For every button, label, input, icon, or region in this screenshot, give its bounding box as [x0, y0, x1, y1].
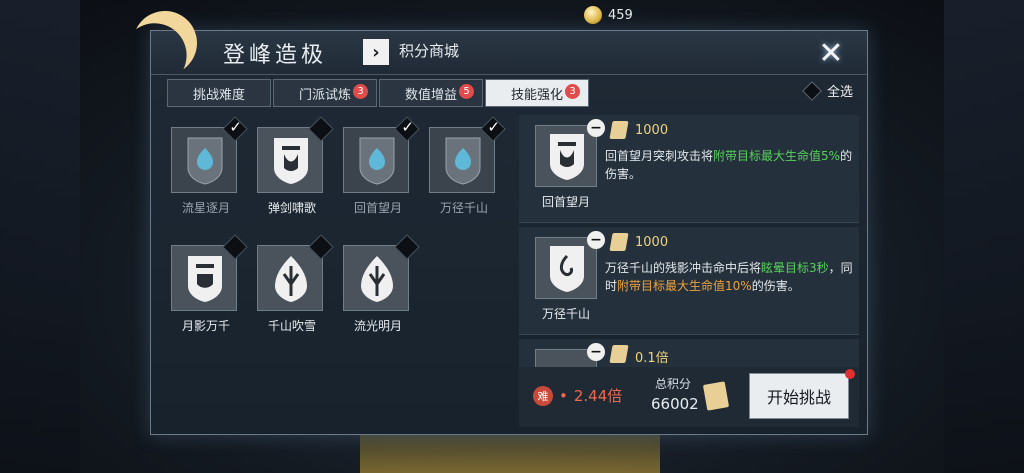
tab-label: 门派试炼: [298, 87, 351, 103]
desc-highlight-green: 附带目标最大生命值5%: [713, 149, 841, 163]
checkbox-diamond[interactable]: [308, 116, 334, 142]
skill-icon-box: [257, 234, 334, 311]
shield-emblem-icon: [445, 137, 481, 185]
banner-emblem-icon: [550, 246, 584, 292]
tab-difficulty[interactable]: 挑战难度: [167, 79, 271, 107]
remove-button[interactable]: −: [587, 343, 605, 361]
footer-bar: 难 • 2.44倍 总积分 66002 开始挑战: [519, 367, 859, 427]
scroll-token-icon: [609, 233, 629, 251]
skill-name: 流星逐月: [181, 201, 230, 215]
skill-icon-box: [257, 116, 334, 193]
desc-text: 的伤害。: [751, 279, 800, 293]
skill-icon-box: [535, 237, 597, 299]
panel-header: 登峰造极 › 积分商城 ✕: [151, 31, 867, 75]
skill-name: 千山吹雪: [267, 319, 316, 333]
cost-value: 1000: [635, 235, 669, 250]
flame-emblem-icon: [275, 256, 307, 302]
skill-card[interactable]: ✓ 万径千山: [429, 116, 506, 223]
skill-icon-box: ✓: [343, 116, 420, 193]
skill-description: 万径千山的残影冲击命中后将眩晕目标3秒，同时附带目标最大生命值10%的伤害。: [605, 259, 855, 295]
skill-card[interactable]: ✓ 回首望月: [343, 116, 420, 223]
score-label: 总积分: [655, 377, 692, 391]
tab-label: 技能强化: [510, 87, 563, 103]
skill-name: 弹剑啸歌: [267, 201, 316, 215]
skill-card[interactable]: 千山吹雪: [257, 234, 334, 341]
moon-icon: [124, 2, 206, 84]
notification-badge: 3: [565, 84, 580, 99]
tab-sect-trial[interactable]: 门派试炼 3: [273, 79, 377, 107]
skill-icon-box: [171, 234, 248, 311]
list-item[interactable]: 万径千山 − 1000 万径千山的残影冲击命中后将眩晕目标3秒，同时附带目标最大…: [519, 227, 859, 335]
skill-name: 流光明月: [353, 319, 402, 333]
skill-icon-box: ✓: [171, 116, 248, 193]
checkbox-diamond[interactable]: [394, 234, 420, 260]
skill-icon-box: [535, 125, 597, 187]
skill-card[interactable]: 月影万千: [171, 234, 248, 341]
scroll-token-icon: [702, 381, 730, 411]
shield-emblem-icon: [187, 137, 223, 185]
scroll-token-icon: [609, 121, 629, 139]
tab-skill-enhance[interactable]: 技能强化 3: [485, 79, 589, 107]
coin-icon: [584, 6, 602, 24]
scroll-token-icon: [609, 345, 629, 363]
main-panel: 登峰造极 › 积分商城 ✕ 挑战难度 门派试炼 3 数值增益 5 技能强化 3 …: [150, 30, 868, 435]
page-title: 登峰造极: [223, 43, 328, 68]
skill-name: 万径千山: [439, 201, 488, 215]
checkbox-diamond[interactable]: [222, 234, 248, 260]
cost-value: 0.1倍: [635, 351, 669, 366]
tab-label: 数值增益: [404, 87, 457, 103]
checkmark-icon: ✓: [229, 118, 242, 136]
list-item-name: 回首望月: [541, 195, 590, 209]
notification-badge: 5: [459, 84, 474, 99]
list-item-name: 万径千山: [541, 307, 590, 321]
shield-emblem-icon: [359, 137, 395, 185]
difficulty-multiplier: 难 • 2.44倍: [533, 385, 622, 406]
chevron-right-icon[interactable]: ›: [363, 39, 389, 65]
cost-value: 1000: [635, 123, 669, 138]
difficulty-seal-icon: 难: [533, 385, 553, 406]
currency-display: 459: [584, 6, 633, 24]
checkbox-diamond[interactable]: [308, 234, 334, 260]
flame-emblem-icon: [361, 256, 393, 302]
diamond-checkbox-icon[interactable]: [802, 80, 822, 101]
start-challenge-button[interactable]: 开始挑战: [749, 373, 849, 419]
checkmark-icon: ✓: [401, 118, 414, 136]
difficulty-value: 2.44倍: [573, 387, 623, 405]
skill-name: 月影万千: [181, 319, 230, 333]
skill-description: 回首望月突刺攻击将附带目标最大生命值5%的伤害。: [605, 147, 855, 183]
background-pillar-right: [944, 0, 1024, 473]
notification-badge: 3: [353, 84, 368, 99]
desc-highlight-green: 眩晕目标3秒: [761, 261, 829, 275]
tab-stat-boost[interactable]: 数值增益 5: [379, 79, 483, 107]
skill-card[interactable]: ✓ 流星逐月: [171, 116, 248, 223]
remove-button[interactable]: −: [587, 119, 605, 137]
score-value: 66002: [651, 395, 699, 413]
skill-card[interactable]: 弹剑啸歌: [257, 116, 334, 223]
banner-emblem-icon: [274, 138, 308, 184]
skill-name: 回首望月: [353, 201, 402, 215]
currency-value: 459: [608, 7, 633, 23]
skill-card[interactable]: 流光明月: [343, 234, 420, 341]
banner-emblem-icon: [550, 134, 584, 180]
shop-link[interactable]: 积分商城: [399, 40, 459, 61]
desc-text: 万径千山的残影冲击命中后将: [605, 261, 762, 275]
desc-highlight-orange: 附带目标最大生命值10%: [617, 279, 752, 293]
desc-text: 回首望月突刺攻击将: [605, 149, 714, 163]
skill-icon-box: ✓: [429, 116, 506, 193]
skill-grid: ✓ 流星逐月 弹剑啸歌 ✓ 回首望月 ✓ 万径千山 月影万千 千山吹雪 流光明月: [171, 116, 511, 357]
banner-emblem-icon: [188, 256, 222, 302]
select-all-toggle[interactable]: 全选: [802, 80, 853, 101]
select-all-label: 全选: [826, 85, 853, 100]
enhancement-list: 回首望月 − 1000 回首望月突刺攻击将附带目标最大生命值5%的伤害。 万径千…: [519, 115, 859, 371]
tab-label: 挑战难度: [192, 87, 245, 103]
tab-bar: 挑战难度 门派试炼 3 数值增益 5 技能强化 3: [167, 79, 591, 107]
list-item[interactable]: 回首望月 − 1000 回首望月突刺攻击将附带目标最大生命值5%的伤害。: [519, 115, 859, 223]
notification-dot: [845, 369, 855, 379]
skill-icon-box: [343, 234, 420, 311]
close-button[interactable]: ✕: [813, 35, 849, 71]
checkmark-icon: ✓: [487, 118, 500, 136]
bullet: •: [559, 386, 568, 405]
background-pillar-left: [0, 0, 80, 473]
remove-button[interactable]: −: [587, 231, 605, 249]
